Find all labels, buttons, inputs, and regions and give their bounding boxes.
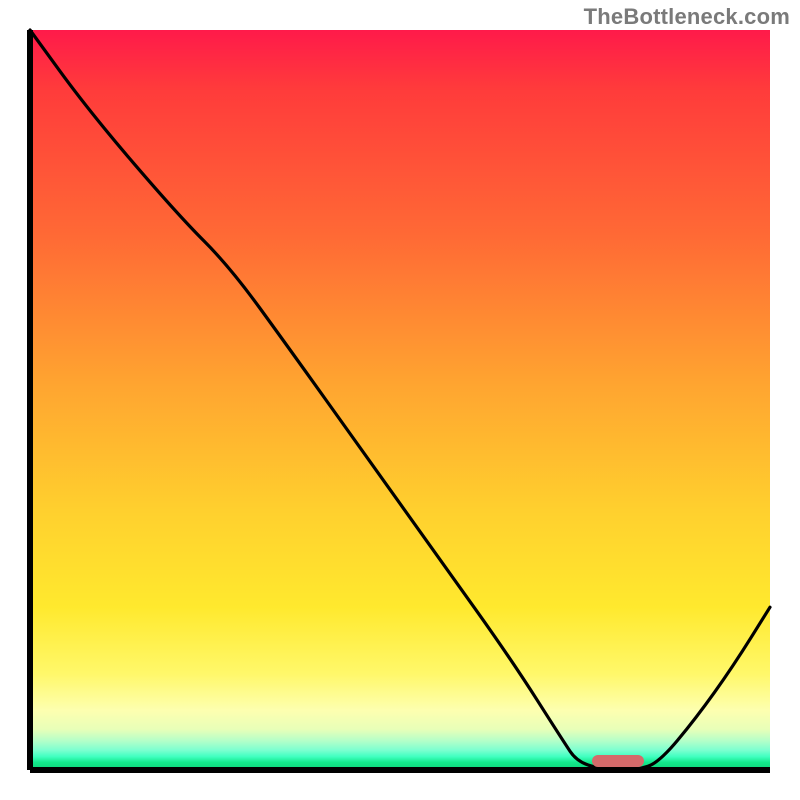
watermark-text: TheBottleneck.com (584, 4, 790, 30)
chart-container: TheBottleneck.com (0, 0, 800, 800)
bottleneck-curve (30, 30, 770, 770)
curve-svg (30, 30, 770, 770)
selected-range-marker (592, 755, 644, 767)
plot-area (30, 30, 770, 770)
